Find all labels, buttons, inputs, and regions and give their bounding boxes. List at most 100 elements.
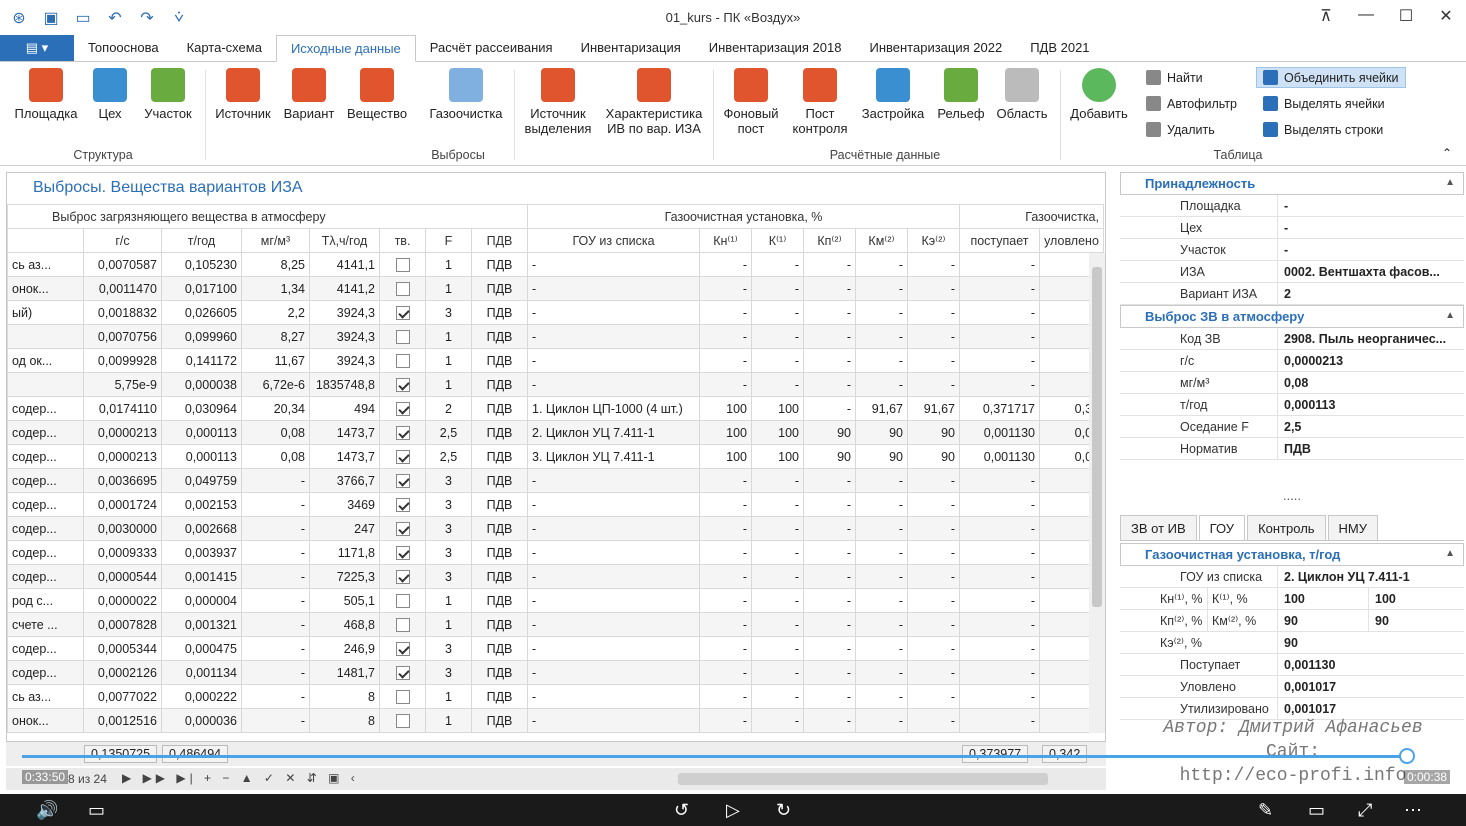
table-cell[interactable]: ПДВ bbox=[471, 636, 528, 661]
autofilter-button[interactable]: Автофильтр bbox=[1146, 96, 1237, 111]
solid-checkbox[interactable] bbox=[379, 372, 426, 397]
tab-pdv-2021[interactable]: ПДВ 2021 bbox=[1016, 35, 1103, 61]
captions-icon[interactable]: ▭ bbox=[88, 800, 105, 821]
table-cell[interactable]: - bbox=[959, 540, 1040, 565]
table-cell[interactable]: ПДВ bbox=[471, 252, 528, 277]
table-cell[interactable]: 247 bbox=[309, 516, 380, 541]
table-cell[interactable]: - bbox=[699, 372, 752, 397]
table-cell[interactable]: - bbox=[527, 348, 700, 373]
solid-checkbox[interactable] bbox=[379, 516, 426, 541]
checkbox-icon[interactable] bbox=[395, 401, 410, 416]
table-cell[interactable]: 100 bbox=[751, 444, 804, 469]
table-cell[interactable]: - bbox=[241, 516, 310, 541]
table-cell[interactable]: - bbox=[855, 636, 908, 661]
characteristic-button[interactable]: Характеристика ИВ по вар. ИЗА bbox=[604, 68, 704, 136]
table-cell[interactable]: - bbox=[803, 348, 856, 373]
column-header[interactable]: ПДВ bbox=[471, 228, 528, 253]
checkbox-icon[interactable] bbox=[395, 305, 410, 320]
table-cell[interactable]: - bbox=[803, 324, 856, 349]
prop-row[interactable]: мг/м³ 0,08 bbox=[1120, 372, 1464, 394]
table-row[interactable]: 5,75e-9 0,000038 6,72e-6 1835748,8 1 ПДВ - - - - -… bbox=[7, 372, 1104, 397]
prop-row[interactable]: Кн⁽¹⁾, % К⁽¹⁾, % 100 100 bbox=[1120, 588, 1464, 610]
table-cell[interactable]: 2 bbox=[425, 396, 472, 421]
table-row[interactable]: счете ... 0,0007828 0,001321-468,8 1 ПДВ - - - -… bbox=[7, 612, 1104, 637]
table-cell[interactable]: 3 bbox=[425, 636, 472, 661]
table-cell[interactable]: - bbox=[907, 348, 960, 373]
table-row[interactable]: содер... 0,0000213 0,000113 0,08 1473,7 2,5 ПД… bbox=[7, 420, 1104, 445]
table-cell[interactable]: 1835748,8 bbox=[309, 372, 380, 397]
checkbox-icon[interactable] bbox=[395, 497, 410, 512]
substance-button[interactable]: Вещество bbox=[346, 68, 408, 121]
table-cell[interactable]: 90 bbox=[907, 444, 960, 469]
table-cell[interactable]: - bbox=[803, 300, 856, 325]
solid-checkbox[interactable] bbox=[379, 588, 426, 613]
table-cell[interactable]: 3924,3 bbox=[309, 324, 380, 349]
table-cell[interactable]: - bbox=[527, 252, 700, 277]
collapse-icon[interactable]: ▲ bbox=[1445, 548, 1455, 559]
minimize-icon[interactable]: — bbox=[1356, 6, 1376, 26]
collapse-icon[interactable]: ▲ bbox=[1445, 310, 1455, 321]
table-cell[interactable]: - bbox=[803, 516, 856, 541]
table-cell[interactable]: - bbox=[907, 612, 960, 637]
collapse-icon[interactable]: ▲ bbox=[1445, 177, 1455, 188]
table-cell[interactable]: 0,001415 bbox=[161, 564, 242, 589]
table-cell[interactable]: 91,67 bbox=[907, 396, 960, 421]
table-cell[interactable]: 1 bbox=[425, 252, 472, 277]
table-row[interactable]: сь аз... 0,0077022 0,000222-8 1 ПДВ - - - - - - - bbox=[7, 684, 1104, 709]
fullscreen-icon[interactable]: ⤢ bbox=[1358, 800, 1372, 821]
table-cell[interactable]: - bbox=[241, 660, 310, 685]
tab-topobase[interactable]: Топооснова bbox=[74, 35, 173, 61]
scrollbar-thumb[interactable] bbox=[1092, 267, 1102, 607]
table-cell[interactable]: 0,0018832 bbox=[83, 300, 162, 325]
table-cell[interactable]: 11,67 bbox=[241, 348, 310, 373]
checkbox-icon[interactable] bbox=[395, 449, 410, 464]
table-cell[interactable]: - bbox=[803, 564, 856, 589]
table-cell[interactable]: - bbox=[959, 516, 1040, 541]
table-cell[interactable]: - bbox=[907, 324, 960, 349]
table-cell[interactable]: - bbox=[959, 492, 1040, 517]
table-cell[interactable]: - bbox=[855, 588, 908, 613]
table-cell[interactable]: 0,0000544 bbox=[83, 564, 162, 589]
table-cell[interactable]: содер... bbox=[7, 444, 84, 469]
table-cell[interactable]: - bbox=[699, 252, 752, 277]
table-cell[interactable]: - bbox=[959, 252, 1040, 277]
table-cell[interactable]: 0,000475 bbox=[161, 636, 242, 661]
column-header[interactable]: тв. bbox=[379, 228, 426, 253]
table-cell[interactable]: - bbox=[751, 588, 804, 613]
table-cell[interactable]: 1 bbox=[425, 708, 472, 733]
prop-row[interactable]: Уловлено 0,001017 bbox=[1120, 676, 1464, 698]
collapse-ribbon-icon[interactable]: ⌃ bbox=[1442, 146, 1452, 160]
table-cell[interactable]: - bbox=[241, 684, 310, 709]
table-cell[interactable]: 505,1 bbox=[309, 588, 380, 613]
table-cell[interactable]: - bbox=[527, 540, 700, 565]
column-header[interactable]: К⁽¹⁾ bbox=[751, 228, 804, 253]
tab-zv-from-iv[interactable]: ЗВ от ИВ bbox=[1120, 515, 1197, 540]
table-cell[interactable]: 3924,3 bbox=[309, 348, 380, 373]
table-cell[interactable]: - bbox=[241, 708, 310, 733]
table-row[interactable]: содер... 0,0000213 0,000113 0,08 1473,7 2,5 ПД… bbox=[7, 444, 1104, 469]
find-button[interactable]: Найти bbox=[1146, 70, 1203, 85]
table-cell[interactable]: 0,371717 bbox=[959, 396, 1040, 421]
table-cell[interactable]: - bbox=[855, 516, 908, 541]
table-cell[interactable]: содер... bbox=[7, 660, 84, 685]
prop-row[interactable]: ИЗА 0002. Вентшахта фасов... bbox=[1120, 261, 1464, 283]
prop-row[interactable]: Код ЗВ 2908. Пыль неорганичес... bbox=[1120, 328, 1464, 350]
rewind-10-icon[interactable]: ↺ bbox=[674, 800, 689, 821]
table-row[interactable]: содер... 0,0030000 0,002668-247 3 ПДВ - - - - - - - bbox=[7, 516, 1104, 541]
table-cell[interactable]: ПДВ bbox=[471, 468, 528, 493]
splitter[interactable]: ..... bbox=[1120, 488, 1464, 503]
table-row[interactable]: содер... 0,0001724 0,002153-3469 3 ПДВ - - - - - -… bbox=[7, 492, 1104, 517]
column-header[interactable]: г/с bbox=[83, 228, 162, 253]
solid-checkbox[interactable] bbox=[379, 420, 426, 445]
gas-cleaning-button[interactable]: Газоочистка bbox=[428, 68, 504, 121]
table-cell[interactable]: - bbox=[959, 612, 1040, 637]
table-cell[interactable]: 90 bbox=[803, 420, 856, 445]
table-cell[interactable]: содер... bbox=[7, 516, 84, 541]
table-cell[interactable]: 8,25 bbox=[241, 252, 310, 277]
table-cell[interactable]: - bbox=[959, 708, 1040, 733]
checkbox-icon[interactable] bbox=[395, 281, 410, 296]
table-cell[interactable]: 0,0030000 bbox=[83, 516, 162, 541]
select-cells-button[interactable]: Выделять ячейки bbox=[1263, 96, 1385, 111]
table-cell[interactable]: - bbox=[751, 348, 804, 373]
table-cell[interactable]: - bbox=[751, 708, 804, 733]
